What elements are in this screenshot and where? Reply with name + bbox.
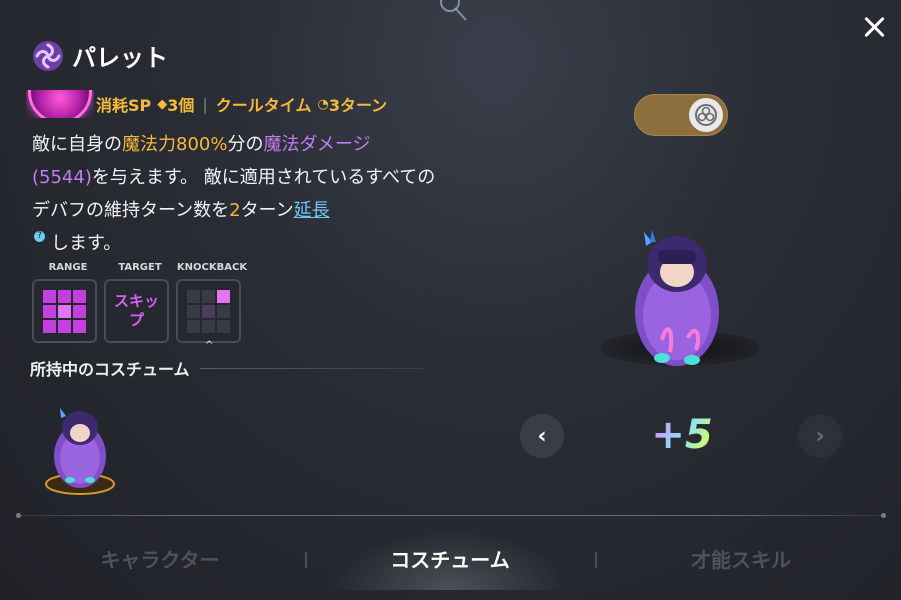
- desc-turn-count: 2: [229, 200, 241, 221]
- tab-separator: [305, 552, 307, 568]
- cost-label: 消耗SP: [96, 96, 152, 115]
- character-sprite: [635, 230, 719, 366]
- desc-magic-power: 魔法力800%: [122, 134, 228, 155]
- desc-text: します。: [51, 233, 122, 254]
- chevron-right-icon: ›: [815, 423, 825, 449]
- range-box: [32, 279, 97, 343]
- chevron-left-icon: ‹: [537, 423, 547, 449]
- desc-text: 分の: [227, 134, 264, 155]
- tab-character[interactable]: キャラクター: [60, 544, 260, 573]
- tab-talent-skill[interactable]: 才能スキル: [641, 544, 841, 573]
- stat-boxes: スキッ プ ^: [32, 279, 241, 351]
- cost-separator: |: [202, 94, 208, 114]
- extend-keyword-link[interactable]: 延長: [294, 200, 330, 221]
- clock-icon: ◔: [317, 96, 329, 112]
- target-value: スキッ プ: [114, 292, 159, 330]
- toggle-knob: [689, 98, 723, 132]
- costume-level: +5: [646, 410, 718, 460]
- cost-value: 3個: [167, 96, 195, 115]
- stat-labels: RANGE TARGET KNOCKBACK: [32, 262, 248, 273]
- close-button[interactable]: [857, 10, 891, 44]
- range-grid-icon: [43, 289, 86, 333]
- bottom-tabs: キャラクター コスチューム 才能スキル: [0, 530, 901, 590]
- range-label: RANGE: [48, 262, 88, 273]
- owned-costume-header: 所持中のコスチューム: [30, 356, 424, 380]
- prev-costume-button[interactable]: ‹: [520, 414, 564, 458]
- page-title: パレット: [72, 44, 168, 72]
- bottom-divider: [16, 513, 886, 518]
- title-row: パレット: [32, 38, 168, 73]
- help-icon[interactable]: ?: [34, 231, 45, 242]
- knockback-box: ^: [176, 279, 241, 351]
- target-label: TARGET: [118, 262, 162, 273]
- desc-magic-damage: 魔法ダメージ: [263, 134, 371, 155]
- desc-text: ターン: [240, 200, 294, 221]
- costume-toggle[interactable]: [634, 94, 728, 136]
- cooldown-value: 3ターン: [328, 96, 388, 115]
- desc-text: 敵に自身の: [32, 134, 122, 155]
- top-emblem-icon: [440, 0, 467, 21]
- desc-damage-value: (5544): [32, 167, 92, 188]
- cooldown-label: クールタイム: [215, 96, 312, 115]
- knockback-grid-icon: [187, 289, 230, 333]
- knockback-label: KNOCKBACK: [176, 262, 248, 273]
- tab-separator: [595, 552, 597, 568]
- triple-circle-icon: [695, 104, 717, 126]
- skill-description: 敵に自身の魔法力800%分の魔法ダメージ (5544)を与えます。 敵に適用され…: [32, 128, 452, 260]
- costume-thumbnail[interactable]: [40, 400, 120, 496]
- target-value-line1: スキッ: [113, 292, 159, 310]
- skill-icon: [26, 90, 94, 118]
- caret-up-icon: ^: [205, 340, 214, 351]
- skill-cost-row: 消耗SP ◆ 3個 | クールタイム ◔ 3ターン: [96, 92, 387, 116]
- magic-swirl-icon: [33, 40, 63, 71]
- owned-divider: [199, 367, 424, 369]
- target-box: スキッ プ: [104, 279, 169, 343]
- next-costume-button[interactable]: ›: [798, 414, 842, 458]
- tab-costume[interactable]: コスチューム: [350, 544, 550, 573]
- sp-diamond-icon: ◆: [157, 96, 168, 112]
- target-value-line2: プ: [128, 311, 144, 329]
- owned-costume-label: 所持中のコスチューム: [30, 360, 190, 379]
